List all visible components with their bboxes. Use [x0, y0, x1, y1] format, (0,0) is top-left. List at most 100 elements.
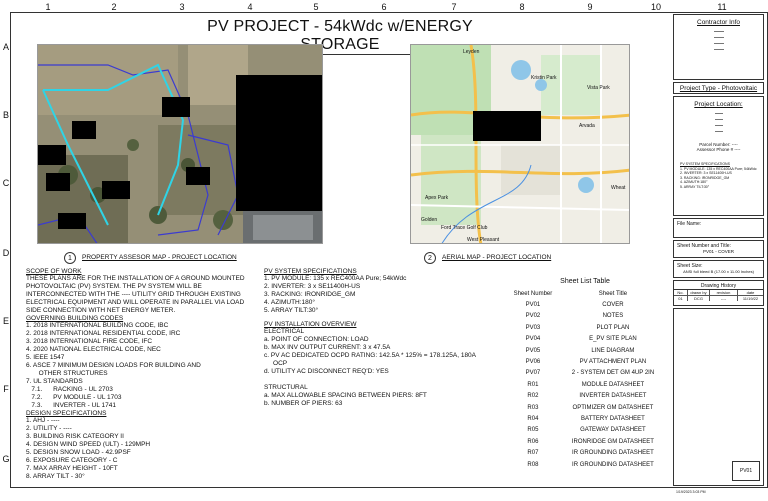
sheet-title-cell: NOTES	[602, 313, 624, 320]
sheet-number-cell: PV01	[525, 302, 541, 309]
grid-col-9: 9	[587, 2, 593, 12]
history-cell: DCG	[688, 296, 710, 301]
sheet-title-cell: MODULE DATASHEET	[581, 381, 645, 388]
electrical-label: ELECTRICAL	[264, 328, 305, 335]
history-cell: 01	[674, 296, 688, 301]
sheet-title-cell: E_PV SITE PLAN	[589, 336, 637, 343]
sheet-title-cell: 2 - SYSTEM DET GM 4UP 2IN	[571, 370, 655, 377]
history-cell: 11/19/22	[742, 296, 759, 301]
grid-row-f: F	[3, 384, 9, 394]
sheet-number-box: Sheet Number and Title: PV01 - COVER	[673, 240, 764, 258]
code-line: 7.3. INVERTER - UL 1741	[26, 402, 116, 409]
middle-notes-column: PV SYSTEM SPECIFICATIONS 1. PV MODULE: 1…	[264, 268, 504, 408]
sheet-number-cell: R01	[527, 381, 539, 388]
map-label: Wheat	[611, 185, 626, 191]
design-line: 3. BUILDING RISK CATEGORY II	[26, 433, 124, 440]
pv-spec-line: 5. ARRAY TILT:30°	[264, 307, 319, 314]
sheet-title-cell: OPTIMIZER GM DATASHEET	[572, 404, 654, 411]
codes-heading: GOVERNING BUILDING CODES	[26, 315, 124, 322]
mini-specs: PV SYSTEM SPECIFICATIONS 1. PV MODULE: 1…	[674, 162, 763, 189]
table-row: PV04 E_PV SITE PLAN	[505, 334, 665, 345]
code-line: 3. 2018 INTERNATIONAL FIRE CODE, IFC	[26, 338, 153, 345]
grid-row-c: C	[2, 178, 10, 188]
pv-spec-line: 2. INVERTER: 3 x SE11400H-US	[264, 283, 361, 290]
table-row: PV05 LINE DIAGRAM	[505, 345, 665, 356]
history-header: revision	[710, 290, 738, 295]
drawing-history-label: Drawing History	[674, 283, 763, 290]
sheet-list-table: Sheet List Table Sheet Number Sheet Titl…	[505, 278, 665, 470]
sheet-number-cell: PV03	[525, 324, 541, 331]
sheet-title-cell: IR GROUNDING DATASHEET	[572, 461, 654, 468]
sheet-title-cell: GATEWAY DATASHEET	[580, 427, 646, 434]
map-label: Apex Park	[425, 195, 449, 201]
map-label: Kristin Park	[531, 75, 557, 81]
history-row: 01 DCG ---- 11/19/22	[674, 296, 763, 301]
sheet-number-cell: PV05	[525, 347, 541, 354]
sheet-title-cell: PV ATTACHMENT PLAN	[579, 359, 647, 366]
history-header: No.	[674, 290, 688, 295]
scope-heading: SCOPE OF WORK	[26, 268, 82, 275]
pv-spec-line: 3. RACKING: IRONRIDGE_GM	[264, 291, 356, 298]
file-name-box: File Name:	[673, 218, 764, 238]
design-heading: DESIGN SPECIFICATIONS	[26, 410, 107, 417]
scope-line: ELECTRICAL EQUIPMENT AND WILL OPERATE IN…	[26, 299, 245, 306]
left-map-caption: PROPERTY ASSESOR MAP - PROJECT LOCATION	[82, 254, 237, 261]
grid-col-1: 1	[45, 2, 51, 12]
sheet-number-cell: PV02	[525, 313, 541, 320]
property-assessor-map[interactable]	[37, 44, 323, 244]
location-placeholder-lines	[714, 113, 723, 132]
sheet-number-cell: PV06	[525, 359, 541, 366]
map-label: West Pleasant	[467, 237, 500, 243]
grid-col-4: 4	[247, 2, 253, 12]
table-row: PV07 2 - SYSTEM DET GM 4UP 2IN	[505, 368, 665, 379]
structural-line: b. NUMBER OF PIERS: 63	[264, 400, 343, 407]
design-line: 4. DESIGN WIND SPEED (ULT) - 129MPH	[26, 441, 151, 448]
sheet-number-cell: PV07	[525, 370, 541, 377]
pv-spec-line: 1. PV MODULE: 135 x REC400AA Pure; 54kWd…	[264, 275, 407, 282]
history-header: drawn by	[688, 290, 710, 295]
grid-col-11: 11	[717, 2, 727, 12]
grid-col-2: 2	[111, 2, 117, 12]
redaction-box	[162, 97, 190, 117]
design-line: 7. MAX ARRAY HEIGHT - 10FT	[26, 465, 118, 472]
column-header: Sheet Number	[513, 290, 553, 297]
sheet-number-cell: PV04	[525, 336, 541, 343]
grid-col-6: 6	[381, 2, 387, 12]
code-line: 7. UL STANDARDS	[26, 378, 83, 385]
sheet-list-title: Sheet List Table	[560, 278, 610, 285]
map-label: Ford Trace Golf Club	[441, 225, 488, 231]
table-row: PV01 COVER	[505, 299, 665, 310]
redaction-box	[473, 111, 541, 141]
map-label: Golden	[421, 217, 438, 223]
install-heading: PV INSTALLATION OVERVIEW	[264, 321, 357, 328]
sheet-number-cell: R07	[527, 450, 539, 457]
contractor-info-box: Contractor Info	[673, 14, 764, 80]
redaction-box	[38, 145, 66, 165]
redaction-box	[186, 167, 210, 185]
structural-label: STRUCTURAL	[264, 384, 308, 391]
scope-line: SIDE CONNECTION WITH NET ENERGY METER.	[26, 307, 176, 314]
sheet-id-box: PV01	[673, 308, 764, 486]
sheet-id: PV01	[732, 461, 760, 481]
pv-specs-heading: PV SYSTEM SPECIFICATIONS	[264, 268, 357, 275]
sheet-number-title-value: PV01 - COVER	[702, 249, 734, 254]
sheet-size-box: Sheet Size: ANSI full bleed B (17.00 x 1…	[673, 260, 764, 278]
history-cell: ----	[710, 296, 738, 301]
code-line: 2. 2018 INTERNATIONAL RESIDENTIAL CODE, …	[26, 330, 181, 337]
table-row: PV06 PV ATTACHMENT PLAN	[505, 356, 665, 367]
aerial-map[interactable]: Leyden Arvada Golden Wheat West Pleasant…	[410, 44, 630, 244]
table-row: R05 GATEWAY DATASHEET	[505, 425, 665, 436]
project-type-label: Project Type - Photovoltaic	[679, 85, 758, 92]
design-line: 6. EXPOSURE CATEGORY - C	[26, 457, 118, 464]
design-line: 5. DESIGN SNOW LOAD - 42.9PSF	[26, 449, 131, 456]
contractor-info-label: Contractor Info	[697, 19, 740, 26]
sheet-number-cell: R08	[527, 461, 539, 468]
history-header: date	[746, 290, 755, 295]
grid-col-10: 10	[650, 2, 661, 12]
mini-spec-line: 5. ARRAY TILT:30°	[680, 184, 710, 189]
sheet-number-cell: R04	[527, 415, 539, 422]
structural-line: a. MAX ALLOWABLE SPACING BETWEEN PIERS: …	[264, 392, 427, 399]
assessor-phone: Assessor Phone # ----	[696, 147, 741, 152]
table-row: R08 IR GROUNDING DATASHEET	[505, 459, 665, 470]
sheet-title-cell: PLOT PLAN	[596, 324, 630, 331]
